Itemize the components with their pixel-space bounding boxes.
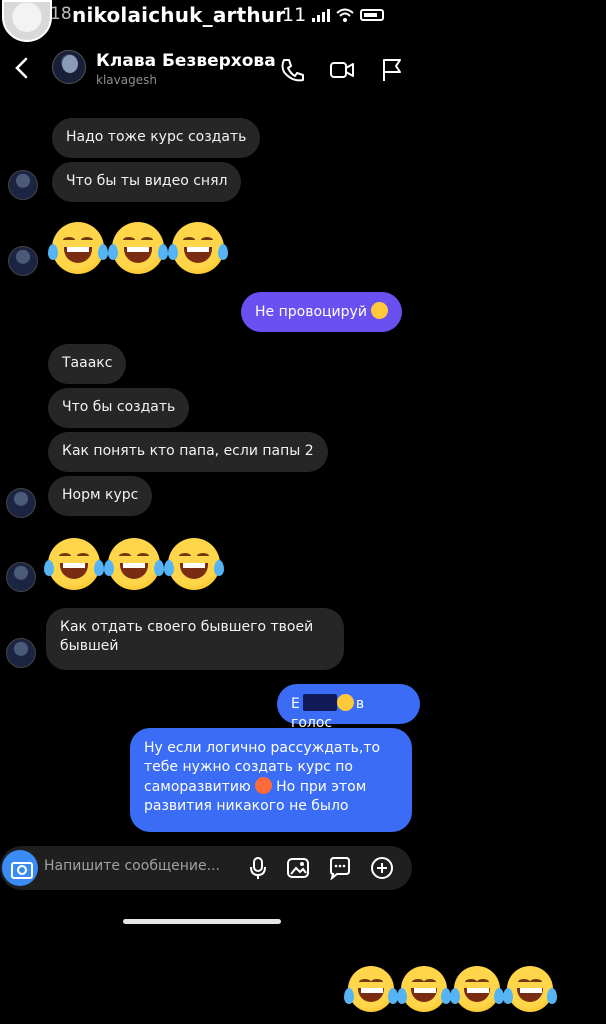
laughing-emoji-icon	[168, 222, 228, 274]
laughing-emoji-icon	[344, 966, 398, 1012]
gallery-icon[interactable]	[286, 856, 310, 880]
message-text: Не провоцируй	[255, 304, 367, 320]
laughing-emoji-icon	[44, 538, 104, 590]
story-time-fragment: 18	[50, 4, 72, 24]
message-text: Что бы создать	[62, 399, 176, 415]
contact-handle: klavagesh	[96, 73, 157, 87]
home-indicator[interactable]	[123, 919, 281, 924]
message-incoming[interactable]: Как отдать своего бывшего твоей бывшей	[46, 608, 344, 670]
overlay-emojis: 😂😂😂😂	[344, 966, 557, 1012]
message-text: Как понять кто папа, если папы 2	[62, 443, 314, 459]
laughing-emoji-icon	[48, 222, 108, 274]
back-icon[interactable]	[12, 56, 32, 80]
message-text: Как отдать своего бывшего твоей бывшей	[60, 619, 314, 654]
signal-icon	[312, 8, 331, 22]
sticker-chat-icon[interactable]	[328, 856, 352, 880]
laughing-emoji-icon	[164, 538, 224, 590]
message-incoming[interactable]: Как понять кто папа, если папы 2	[48, 432, 328, 472]
message-outgoing[interactable]: Ев голос	[277, 684, 420, 731]
hot-face-emoji-icon	[254, 777, 272, 794]
message-composer	[0, 846, 412, 890]
message-incoming[interactable]: Надо тоже курс создать	[52, 118, 261, 158]
chat-header: Клава Безверхова klavagesh	[0, 42, 420, 98]
camera-icon[interactable]	[2, 850, 38, 886]
contact-avatar-small	[8, 246, 38, 276]
laughing-emoji-icon	[104, 538, 164, 590]
message-incoming[interactable]: Тааакс	[48, 344, 127, 384]
flag-icon[interactable]	[378, 56, 406, 84]
contact-avatar-small	[6, 562, 36, 592]
emoji-message[interactable]: 😂😂😂	[48, 222, 228, 274]
wifi-icon	[336, 8, 354, 22]
message-text: Что бы ты видео снял	[66, 173, 228, 189]
story-username[interactable]: nikolaichuk_arthur	[72, 3, 285, 27]
chat-screen: Клава Безверхова klavagesh Надо тоже кур…	[0, 42, 420, 942]
video-icon[interactable]	[328, 56, 356, 84]
contact-name[interactable]: Клава Безверхова	[96, 51, 276, 71]
laughing-emoji-icon	[450, 966, 504, 1012]
laughing-emoji-icon	[397, 966, 451, 1012]
contact-avatar-small	[6, 638, 36, 668]
message-text: Надо тоже курс создать	[66, 129, 247, 145]
phone-icon[interactable]	[278, 56, 306, 84]
status-bar: 11	[282, 4, 385, 26]
microphone-icon[interactable]	[246, 856, 270, 880]
emoji-message[interactable]: 😂😂😂	[44, 538, 224, 590]
laughing-emoji-icon	[370, 302, 388, 319]
message-outgoing[interactable]: Ну если логично рассуждать,то тебе нужно…	[130, 728, 412, 832]
message-outgoing[interactable]: Не провоцируй	[241, 292, 402, 332]
laughing-emoji-icon	[336, 694, 354, 711]
contact-avatar-small	[6, 488, 36, 518]
message-incoming[interactable]: Что бы ты видео снял	[52, 162, 242, 202]
message-incoming[interactable]: Норм курс	[48, 476, 153, 516]
battery-icon	[360, 9, 385, 21]
story-header: 18 nikolaichuk_arthur 11	[0, 0, 606, 42]
message-text-lead: Е	[291, 696, 300, 712]
laughing-emoji-icon	[108, 222, 168, 274]
status-clock: 11	[282, 4, 307, 26]
laughing-emoji-icon	[503, 966, 557, 1012]
contact-avatar[interactable]	[52, 50, 86, 84]
story-avatar[interactable]	[2, 0, 52, 42]
redaction-mark	[302, 694, 337, 711]
message-text: Тааакс	[62, 355, 113, 371]
message-incoming[interactable]: Что бы создать	[48, 388, 190, 428]
add-icon[interactable]	[370, 856, 394, 880]
contact-avatar-small	[8, 170, 38, 200]
message-input[interactable]	[44, 858, 244, 874]
message-text: Норм курс	[62, 487, 139, 503]
